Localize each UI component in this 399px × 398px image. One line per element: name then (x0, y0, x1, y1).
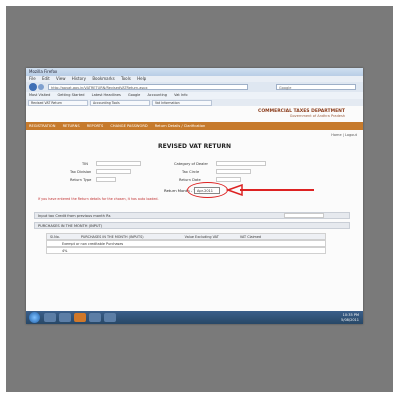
category-field (216, 161, 266, 166)
page-title: REVISED VAT RETURN (157, 143, 231, 150)
department-subtitle: Government of Andhra Pradesh (289, 114, 345, 118)
row-4pct-label: 4% (62, 249, 68, 253)
category-label: Category of Dealer (174, 162, 209, 166)
tax-circle-label: Tax Circle (182, 170, 200, 174)
input-tax-field[interactable] (284, 213, 324, 218)
col-purchases: PURCHASES IN THE MONTH (INPUTS) (80, 235, 144, 239)
monitor-screen: Mozilla Firefox File Edit View History B… (26, 68, 363, 324)
clock-date: 5/08/2011 (341, 317, 359, 322)
col-vat: VAT Claimed (239, 235, 262, 239)
highlight-circle (187, 182, 228, 198)
arrow-icon (226, 184, 314, 196)
menu-file[interactable]: File (29, 76, 36, 81)
tin-label: TIN (82, 162, 88, 166)
nav-change-password[interactable]: CHANGE PASSWORD (110, 124, 147, 128)
url-input[interactable]: http://apvat.gov.in/VATRETURN/RevisedVAT… (48, 84, 248, 90)
user-links[interactable]: Home | Logout (331, 133, 357, 137)
menu-history[interactable]: History (72, 76, 86, 81)
department-header: COMMERCIAL TAXES DEPARTMENT Government o… (258, 109, 345, 118)
table-header-row: Sl.No. PURCHASES IN THE MONTH (INPUTS) V… (46, 233, 326, 240)
window-icon[interactable] (104, 313, 116, 322)
row-exempt-label: Exempt or non creditable Purchases (62, 242, 124, 246)
bookmark-most-visited[interactable]: Most Visited (29, 93, 50, 97)
table-row: 4% (46, 247, 326, 254)
nav-reports[interactable]: REPORTS (87, 124, 103, 128)
bookmarks-bar: Most Visited Getting Started Latest Head… (26, 92, 363, 99)
media-player-icon[interactable] (59, 313, 71, 322)
web-page: COMMERCIAL TAXES DEPARTMENT Government o… (26, 106, 363, 311)
firefox-icon[interactable] (74, 313, 86, 322)
tax-division-field (96, 169, 131, 174)
bookmark-vat-info[interactable]: Vat Info (174, 93, 187, 97)
window-title: Mozilla Firefox (29, 69, 58, 74)
tax-circle-field (216, 169, 251, 174)
bookmark-getting-started[interactable]: Getting Started (57, 93, 84, 97)
menu-edit[interactable]: Edit (42, 76, 50, 81)
bookmark-google[interactable]: Google (128, 93, 140, 97)
col-slno: Sl.No. (50, 235, 60, 239)
return-date-field (216, 177, 241, 182)
bookmark-latest-headlines[interactable]: Latest Headlines (92, 93, 121, 97)
tax-division-label: Tax Division (70, 170, 92, 174)
return-date-label: Return Date (179, 178, 201, 182)
folder-icon[interactable] (89, 313, 101, 322)
return-type-label: Return Type (70, 178, 92, 182)
tin-field (96, 161, 141, 166)
table-row: Exempt or non creditable Purchases (46, 240, 326, 247)
site-nav: REGISTRATION RETURNS REPORTS CHANGE PASS… (26, 122, 363, 130)
tab-strip: Revised VAT Return Accounting Tools Vat … (26, 99, 363, 106)
menu-view[interactable]: View (56, 76, 66, 81)
back-icon[interactable] (29, 83, 37, 91)
menu-bookmarks[interactable]: Bookmarks (92, 76, 114, 81)
navigation-toolbar: http://apvat.gov.in/VATRETURN/RevisedVAT… (26, 82, 363, 92)
clock[interactable]: 10:35 PM 5/08/2011 (341, 313, 359, 322)
nav-registration[interactable]: REGISTRATION (29, 124, 55, 128)
clock-time: 10:35 PM (342, 313, 359, 317)
taskbar: 10:35 PM 5/08/2011 (26, 311, 363, 324)
col-value: Value Excluding VAT (184, 235, 219, 239)
return-type-field (96, 177, 116, 182)
bookmark-accounting[interactable]: Accounting (147, 93, 167, 97)
menu-tools[interactable]: Tools (121, 76, 131, 81)
menu-help[interactable]: Help (137, 76, 146, 81)
info-note: If you have entered the Return details f… (38, 197, 159, 201)
start-button-icon[interactable] (29, 312, 40, 323)
browser-title-bar: Mozilla Firefox (26, 68, 363, 76)
nav-returns[interactable]: RETURNS (63, 124, 80, 128)
explorer-icon[interactable] (44, 313, 56, 322)
search-input[interactable]: Google (276, 84, 356, 90)
section-purchases: PURCHASES IN THE MONTH (INPUT) (34, 222, 350, 229)
nav-return-details[interactable]: Return Details / Clarification (155, 124, 206, 128)
forward-icon[interactable] (38, 84, 44, 90)
